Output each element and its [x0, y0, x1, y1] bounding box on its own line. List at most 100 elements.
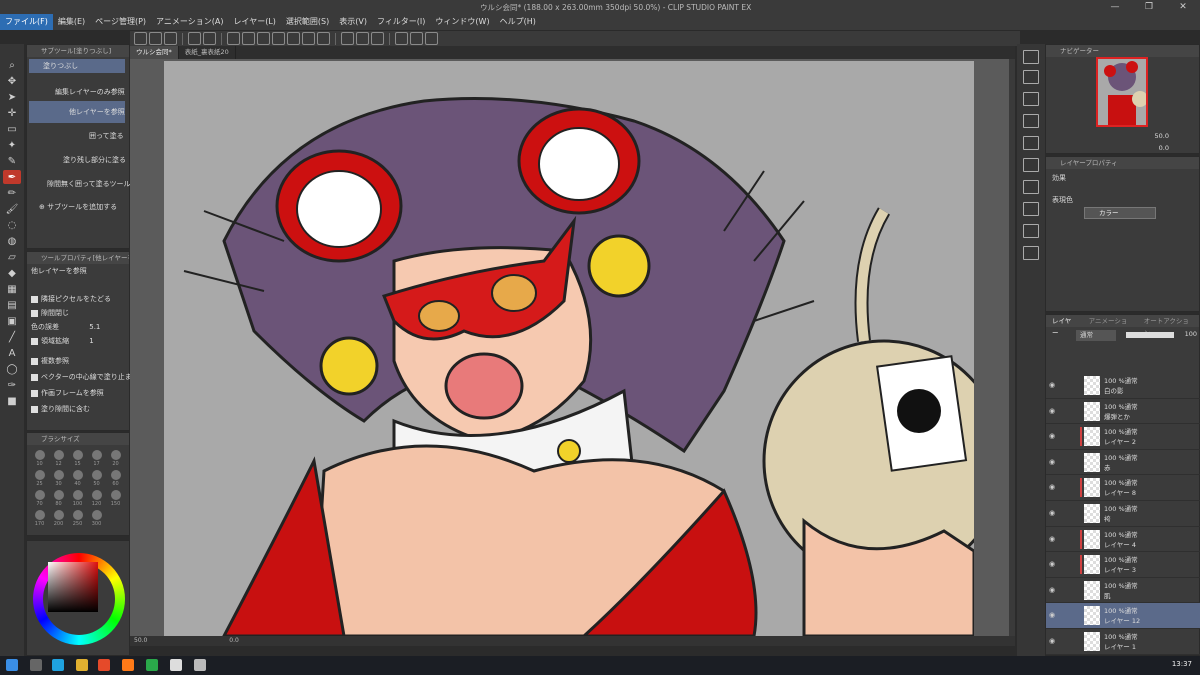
eraser-icon[interactable]: ▱ — [3, 250, 21, 264]
add-subtool-button[interactable]: ⊕ サブツールを追加する — [39, 202, 117, 212]
menu-edit[interactable]: 編集(E) — [53, 14, 90, 30]
subtool-fill[interactable]: 塗りつぶし — [29, 59, 125, 73]
checkbox[interactable] — [31, 357, 38, 365]
brush-size-option[interactable]: 60 — [107, 469, 124, 487]
gap-include-checkbox[interactable]: 塗り隙間に含む — [31, 404, 90, 414]
pencil-icon[interactable]: ✏ — [3, 186, 21, 200]
firefox-icon[interactable] — [122, 659, 134, 671]
fill-icon[interactable] — [257, 32, 270, 45]
zoom-value[interactable]: 50.0 — [134, 637, 147, 644]
layer-row[interactable]: ◉ 100 %通常赤 — [1046, 450, 1200, 476]
menu-page[interactable]: ページ管理(P) — [90, 14, 151, 30]
gradient-icon[interactable]: ▦ — [3, 282, 21, 296]
opacity-slider[interactable] — [1126, 332, 1174, 338]
search-layer-icon[interactable] — [1023, 180, 1039, 194]
expand-area-row[interactable]: 領域拡縮 1 — [31, 336, 94, 346]
show-selection-icon[interactable] — [317, 32, 330, 45]
layer-row[interactable]: ◉ 100 %通常 白の影 — [1046, 373, 1200, 399]
chrome-icon[interactable] — [98, 659, 110, 671]
new-file-icon[interactable] — [134, 32, 147, 45]
navigator-angle[interactable]: 0.0 — [1159, 144, 1169, 152]
open-file-icon[interactable] — [149, 32, 162, 45]
help-icon[interactable] — [425, 32, 438, 45]
clip-studio-icon[interactable] — [395, 32, 408, 45]
brush-size-option[interactable]: 15 — [69, 449, 86, 467]
main-color-swatch[interactable]: ■ — [3, 394, 21, 408]
clip-studio-app-icon[interactable] — [170, 659, 182, 671]
brush-size-option[interactable]: 200 — [50, 509, 67, 527]
balloon-icon[interactable]: ◯ — [3, 362, 21, 376]
close-button[interactable]: ✕ — [1166, 0, 1200, 14]
expand-value[interactable]: 1 — [89, 337, 93, 345]
quick-access-icon[interactable] — [1023, 246, 1039, 260]
selection-icon[interactable]: ▭ — [3, 122, 21, 136]
brush-size-option[interactable]: 20 — [107, 449, 124, 467]
expression-color-select[interactable]: カラー — [1084, 207, 1156, 219]
brush-size-option[interactable]: 70 — [31, 489, 48, 507]
pen-icon[interactable]: ✒ — [3, 170, 21, 184]
brush-size-option[interactable]: 12 — [50, 449, 67, 467]
subtool-enclose-fill[interactable]: 囲って塗る — [29, 129, 125, 143]
checkbox[interactable] — [31, 405, 38, 413]
visibility-eye-icon[interactable]: ◉ — [1049, 611, 1055, 619]
assets-icon[interactable] — [410, 32, 423, 45]
visibility-eye-icon[interactable]: ◉ — [1049, 586, 1055, 594]
eyedropper-icon[interactable]: ✎ — [3, 154, 21, 168]
refer-frame-checkbox[interactable]: 作画フレームを参照 — [31, 388, 104, 398]
blend-mode-select[interactable]: 通常 — [1076, 330, 1116, 341]
redo-icon[interactable] — [203, 32, 216, 45]
grid-snap-icon[interactable] — [371, 32, 384, 45]
follow-adjacent-checkbox[interactable]: 隣接ピクセルをたどる — [31, 294, 111, 304]
figure-icon[interactable]: ▤ — [3, 298, 21, 312]
loading-icon[interactable] — [227, 32, 240, 45]
correct-line-icon[interactable]: ✑ — [3, 378, 21, 392]
zoom-icon[interactable]: ⌕ — [3, 58, 21, 72]
tab-animation[interactable]: アニメーション — [1083, 315, 1138, 337]
brush-size-option[interactable]: 50 — [88, 469, 105, 487]
fill-tool-icon[interactable]: ◆ — [3, 266, 21, 280]
drawing-canvas[interactable] — [164, 61, 974, 636]
menu-file[interactable]: ファイル(F) — [0, 14, 53, 30]
opacity-value[interactable]: 100 — [1185, 330, 1197, 338]
menu-filter[interactable]: フィルター(I) — [372, 14, 430, 30]
brush-size-option[interactable]: 250 — [69, 509, 86, 527]
frame-icon[interactable]: ▣ — [3, 314, 21, 328]
brush-size-option[interactable]: 10 — [31, 449, 48, 467]
ruler-icon[interactable]: ╱ — [3, 330, 21, 344]
visibility-eye-icon[interactable]: ◉ — [1049, 381, 1055, 389]
menu-help[interactable]: ヘルプ(H) — [495, 14, 541, 30]
operation-icon[interactable]: ➤ — [3, 90, 21, 104]
brush-size-option[interactable]: 170 — [31, 509, 48, 527]
visibility-eye-icon[interactable]: ◉ — [1049, 407, 1055, 415]
brush-size-option[interactable]: 30 — [50, 469, 67, 487]
brush-size-option[interactable]: 120 — [88, 489, 105, 507]
navigator-zoom[interactable]: 50.0 — [1155, 132, 1169, 140]
brush-size-option[interactable]: 150 — [107, 489, 124, 507]
checkbox[interactable] — [31, 309, 38, 317]
visibility-eye-icon[interactable]: ◉ — [1049, 432, 1055, 440]
maximize-button[interactable]: ❐ — [1132, 0, 1166, 14]
visibility-eye-icon[interactable]: ◉ — [1049, 560, 1055, 568]
layer-row[interactable]: ◉ 100 %通常 レイヤー 4 — [1046, 527, 1200, 553]
layer-row[interactable]: ◉ 100 %通常 レイヤー 2 — [1046, 424, 1200, 450]
document-tab-active[interactable]: ウルシ会同* — [130, 46, 179, 59]
explorer-icon[interactable] — [76, 659, 88, 671]
move-icon[interactable]: ✥ — [3, 74, 21, 88]
minimize-button[interactable]: — — [1098, 0, 1132, 14]
checkbox[interactable] — [31, 337, 38, 345]
move-layer-icon[interactable]: ✛ — [3, 106, 21, 120]
brush-icon[interactable]: 🖌 — [3, 202, 21, 216]
document-tab[interactable]: 表紙_裏表紙20 — [179, 46, 236, 59]
layer-row[interactable]: ◉ 100 %通常 爆弾とか — [1046, 399, 1200, 425]
airbrush-icon[interactable]: ◌ — [3, 218, 21, 232]
tolerance-row[interactable]: 色の誤差 5.1 — [31, 322, 100, 332]
close-gap-checkbox[interactable]: 隙間閉じ — [31, 308, 69, 318]
brush-size-option[interactable]: 25 — [31, 469, 48, 487]
invert-selection-icon[interactable] — [302, 32, 315, 45]
history-icon[interactable] — [1023, 136, 1039, 150]
auto-select-icon[interactable]: ✦ — [3, 138, 21, 152]
clear-icon[interactable] — [242, 32, 255, 45]
brush-size-option[interactable]: 40 — [69, 469, 86, 487]
save-icon[interactable] — [164, 32, 177, 45]
color-set-icon[interactable] — [1023, 92, 1039, 106]
